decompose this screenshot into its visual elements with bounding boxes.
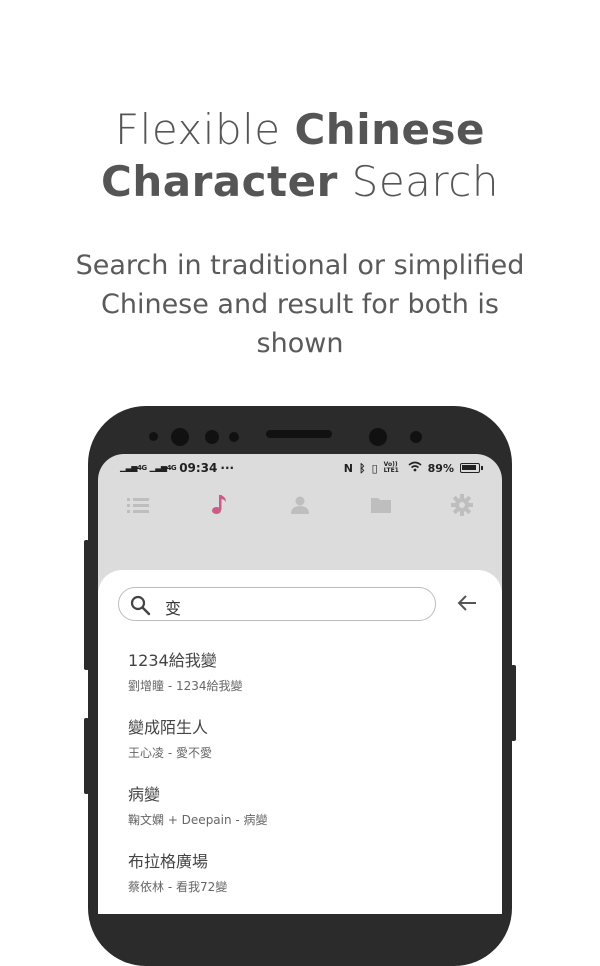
tab-settings[interactable] <box>447 492 477 522</box>
status-more: ··· <box>220 461 235 475</box>
result-subtitle: 王心凌 - 愛不愛 <box>128 746 212 760</box>
result-title: 1234給我變 <box>128 651 217 670</box>
battery-icon <box>460 463 483 473</box>
music-note-icon <box>210 494 228 520</box>
battery-percent: 89% <box>427 461 454 475</box>
headline-bold-1: Chinese <box>294 105 485 154</box>
sensor-dot <box>410 431 422 443</box>
earpiece-speaker <box>266 430 332 438</box>
search-input[interactable]: 变 <box>118 587 436 621</box>
result-subtitle: 蔡依林 - 看我72變 <box>128 880 228 894</box>
result-subtitle: 劉增瞳 - 1234給我變 <box>128 679 243 693</box>
folder-icon <box>370 496 392 518</box>
list-item[interactable]: 布拉格廣場 蔡依林 - 看我72變 <box>128 851 478 914</box>
headline-light-1: Flexible <box>115 105 281 154</box>
search-sheet: 变 1234給我變 劉增瞳 - 1234給我變 變成陌生人 王心凌 - 愛不愛 … <box>98 570 502 914</box>
front-camera <box>171 428 189 446</box>
status-time: 09:34 <box>179 461 218 475</box>
phone-side-button-left-1 <box>84 540 89 670</box>
search-query: 变 <box>165 599 182 618</box>
signal-icon: ▁▃▅4G <box>120 463 147 473</box>
result-subtitle: 鞠文嫻 + Deepain - 病變 <box>128 813 268 827</box>
bluetooth-icon: ᛒ <box>358 461 366 475</box>
tab-songs[interactable] <box>204 492 234 522</box>
tab-folders[interactable] <box>366 492 396 522</box>
list-icon <box>127 496 150 518</box>
search-icon <box>129 594 151 620</box>
volte-label: Vo)) LTE1 <box>383 461 399 474</box>
phone-side-button-right <box>511 665 516 741</box>
headline-bold-2: Character <box>101 157 338 206</box>
nfc-icon: N <box>343 461 353 475</box>
vibrate-icon: ▯ <box>371 461 378 475</box>
proximity-sensor <box>369 428 387 446</box>
result-title: 病變 <box>128 785 161 804</box>
sensor-dot <box>149 432 158 441</box>
result-title: 布拉格廣場 <box>128 852 209 871</box>
list-item[interactable]: 變成陌生人 王心凌 - 愛不愛 <box>128 717 478 784</box>
wifi-icon <box>408 461 422 475</box>
tab-playlist[interactable] <box>123 492 153 522</box>
phone-screen: ▁▃▅4G ▁▃▅4G 09:34 ··· N ᛒ ▯ Vo)) LTE1 89… <box>98 454 502 914</box>
tab-artists[interactable] <box>285 492 315 522</box>
headline: Flexible Chinese Character Search <box>0 104 600 208</box>
status-bar: ▁▃▅4G ▁▃▅4G 09:34 ··· N ᛒ ▯ Vo)) LTE1 89… <box>98 454 502 482</box>
signal-icon: ▁▃▅4G <box>149 463 177 473</box>
result-title: 變成陌生人 <box>128 718 209 737</box>
sensor-dot <box>205 430 219 444</box>
list-item[interactable]: 病變 鞠文嫻 + Deepain - 病變 <box>128 784 478 851</box>
tab-bar <box>98 492 502 522</box>
list-item[interactable]: 1234給我變 劉增瞳 - 1234給我變 <box>128 650 478 717</box>
subheading: Search in traditional or simplified Chin… <box>75 250 525 359</box>
back-arrow-icon[interactable] <box>456 593 478 617</box>
headline-light-2: Search <box>351 157 499 206</box>
person-icon <box>290 495 310 519</box>
gear-icon <box>450 494 473 520</box>
sensor-dot <box>229 432 239 442</box>
phone-side-button-left-2 <box>84 718 89 794</box>
results-list: 1234給我變 劉增瞳 - 1234給我變 變成陌生人 王心凌 - 愛不愛 病變… <box>128 650 478 914</box>
